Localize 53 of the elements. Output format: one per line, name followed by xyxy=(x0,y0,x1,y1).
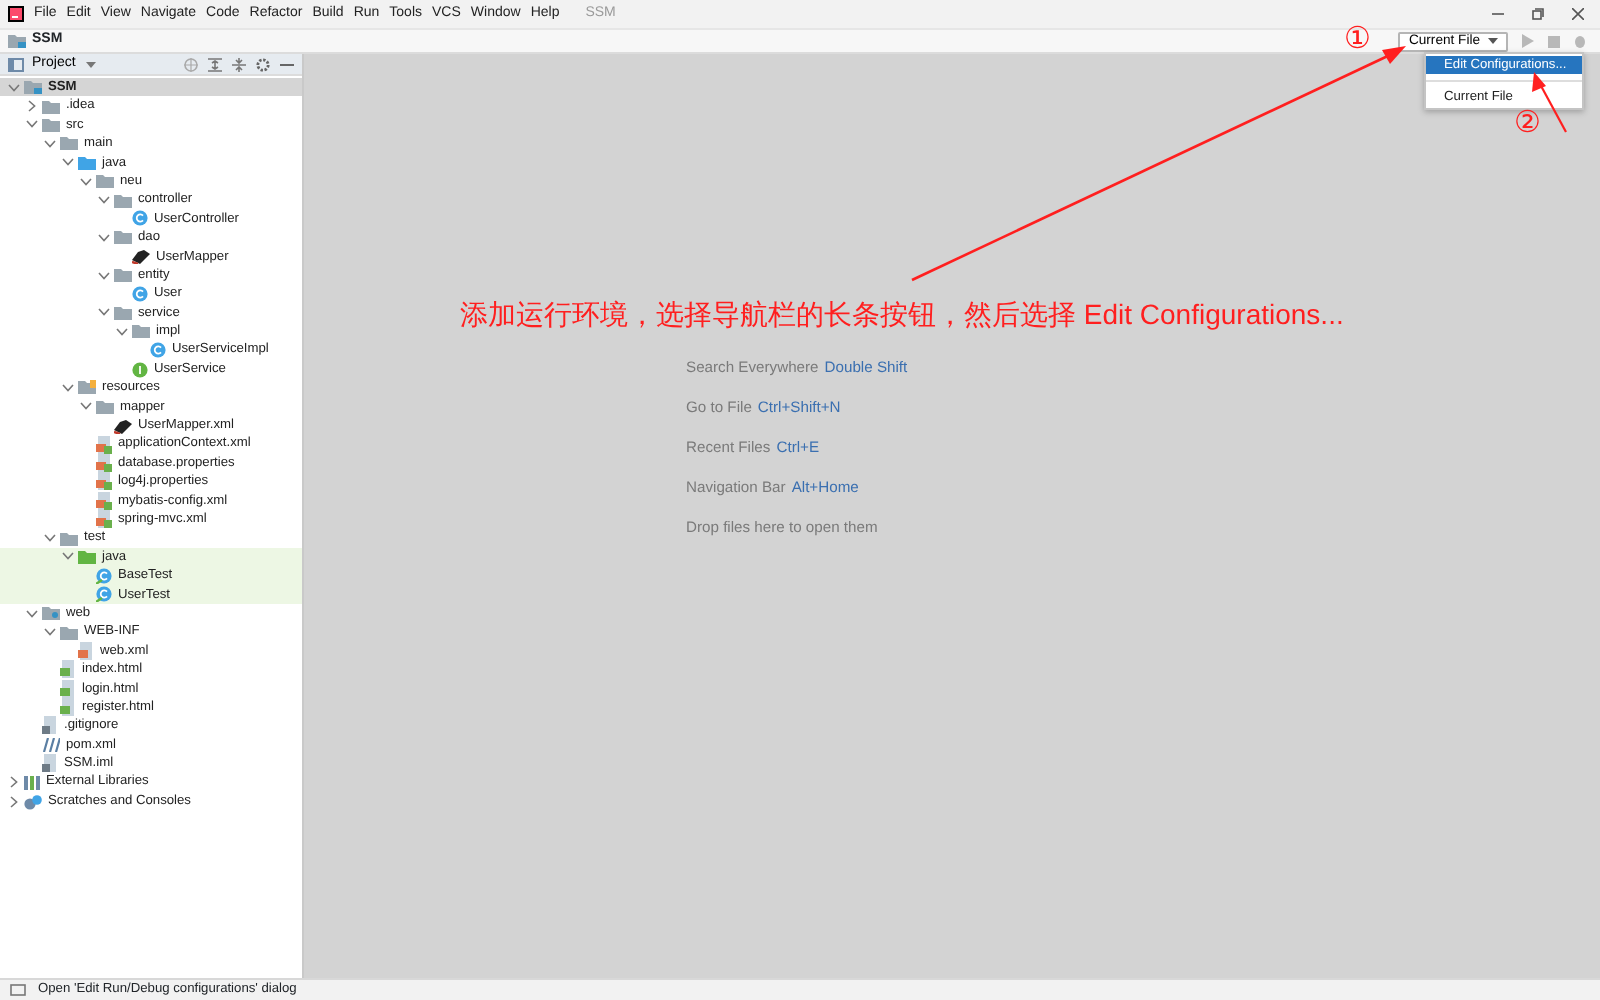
folder-icon xyxy=(60,625,78,640)
folder-icon xyxy=(42,606,60,621)
chevron-down-icon[interactable] xyxy=(26,609,38,618)
chevron-down-icon[interactable] xyxy=(98,308,110,317)
chevron-down-icon[interactable] xyxy=(98,271,110,280)
chevron-down-icon[interactable] xyxy=(44,139,56,148)
chevron-down-icon[interactable] xyxy=(98,233,110,242)
library-icon xyxy=(24,774,40,791)
app-logo-icon xyxy=(8,6,24,22)
chevron-down-icon[interactable] xyxy=(62,158,74,167)
folder-icon xyxy=(96,399,114,414)
class-icon xyxy=(132,210,148,227)
annotation-text: 添加运行环境，选择导航栏的长条按钮，然后选择 Edit Configurations... xyxy=(460,296,1344,334)
file-icon xyxy=(42,754,58,773)
maven-icon xyxy=(42,737,60,752)
panel-icon xyxy=(8,57,24,71)
chevron-down-icon[interactable] xyxy=(26,120,38,129)
chevron-down-icon[interactable] xyxy=(116,327,128,336)
folder-icon xyxy=(78,380,96,395)
chevron-down-icon[interactable] xyxy=(62,552,74,561)
scratches-icon xyxy=(24,793,42,810)
file-icon xyxy=(42,716,58,735)
settings-icon[interactable] xyxy=(256,57,270,71)
restore-icon[interactable] xyxy=(1532,8,1544,20)
chevron-right-icon[interactable] xyxy=(28,100,36,113)
caret-icon xyxy=(85,61,96,67)
project-folder-icon xyxy=(8,34,26,48)
caret-icon xyxy=(1488,38,1498,44)
chevron-right-icon[interactable] xyxy=(10,776,18,789)
bird-icon xyxy=(132,248,150,265)
close-icon[interactable] xyxy=(1572,8,1584,20)
folder-icon xyxy=(114,268,132,283)
chevron-down-icon[interactable] xyxy=(98,196,110,205)
class-icon xyxy=(150,342,166,359)
chevron-down-icon[interactable] xyxy=(80,177,92,186)
panel-toggle-icon[interactable] xyxy=(10,984,26,996)
project-folder-icon xyxy=(24,80,42,95)
step-marker: ① xyxy=(1344,24,1370,54)
folder-icon xyxy=(114,230,132,245)
step-marker: ② xyxy=(1514,108,1540,138)
expand-all-icon[interactable] xyxy=(208,57,222,71)
chevron-down-icon[interactable] xyxy=(80,402,92,411)
class-icon xyxy=(132,285,148,302)
xml-file-icon xyxy=(78,641,94,660)
chevron-down-icon[interactable] xyxy=(44,534,56,543)
chevron-right-icon[interactable] xyxy=(10,795,18,808)
chevron-down-icon[interactable] xyxy=(8,83,20,92)
interface-icon xyxy=(132,361,148,378)
chevron-down-icon[interactable] xyxy=(62,383,74,392)
bird-icon xyxy=(114,417,132,434)
chevron-down-icon[interactable] xyxy=(44,628,56,637)
collapse-all-icon[interactable] xyxy=(232,57,246,71)
minimize-icon[interactable] xyxy=(1492,8,1504,20)
